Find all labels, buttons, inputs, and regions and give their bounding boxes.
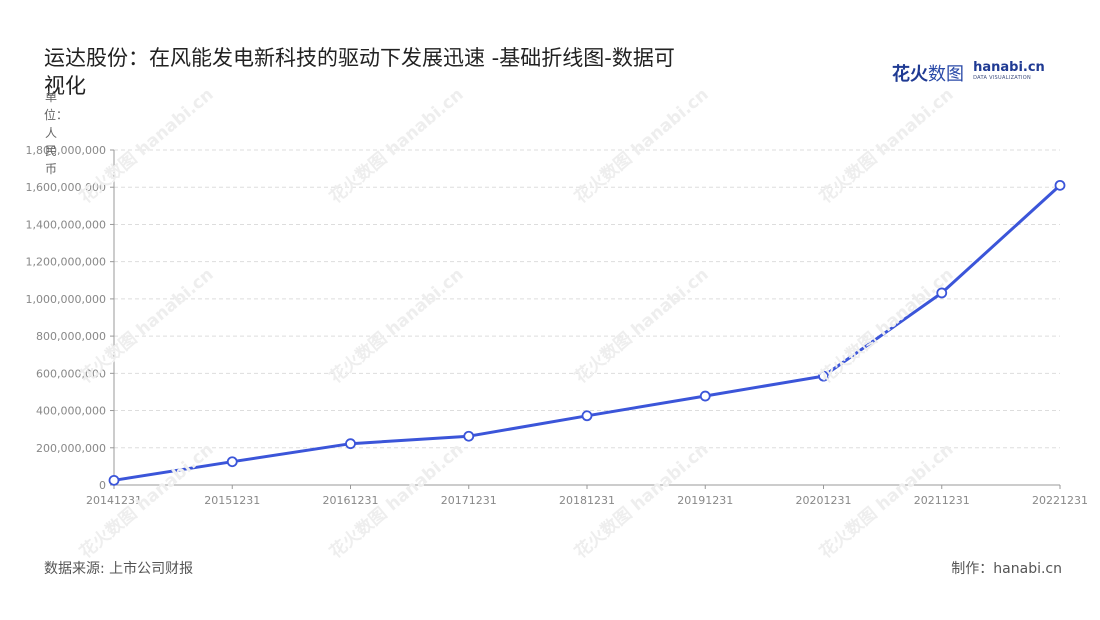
x-tick-label: 20211231: [914, 494, 970, 507]
data-series: [108, 179, 1066, 486]
data-point: [818, 370, 829, 382]
grid-lines: [114, 149, 1060, 449]
x-tick-label: 20161231: [323, 494, 379, 507]
data-source-note: 数据来源: 上市公司财报: [44, 561, 194, 577]
data-point: [581, 410, 593, 422]
y-tick-label: 1,600,000,000: [26, 181, 106, 194]
data-point: [226, 456, 238, 468]
credit-note: 制作：hanabi.cn: [951, 561, 1062, 577]
x-tick-labels: 20141231 20151231 20161231 20171231 20181231…: [86, 494, 1088, 507]
chart-page: 运达股份：在风能发电新科技的驱动下发展迅速 -基础折线图-数据可 视化 花火数图…: [0, 0, 1100, 620]
y-tick-label: 800,000,000: [36, 330, 106, 343]
data-point: [463, 430, 475, 442]
y-axis-unit-label: 单位：人民币: [44, 90, 69, 176]
line-chart: 0 200,000,000 400,000,000 600,000,000 800,00…: [26, 144, 1088, 507]
x-tick-label: 20201231: [796, 494, 852, 507]
x-tick-label: 20181231: [559, 494, 615, 507]
x-tick-label: 20151231: [204, 494, 260, 507]
y-tick-label: 1,400,000,000: [26, 218, 106, 231]
data-point: [345, 438, 356, 450]
x-tick-label: 20221231: [1032, 494, 1088, 507]
axes: [110, 149, 1061, 489]
y-tick-label: 400,000,000: [36, 405, 106, 418]
y-tick-label: 1,800,000,000: [26, 144, 106, 157]
y-tick-label: 600,000,000: [36, 367, 106, 380]
data-point: [1054, 179, 1066, 191]
y-tick-label: 1,000,000,000: [26, 293, 106, 306]
x-tick-label: 20171231: [441, 494, 497, 507]
y-tick-label: 0: [99, 479, 106, 492]
data-point: [108, 474, 120, 486]
data-point: [699, 390, 711, 402]
data-point: [936, 287, 948, 299]
x-tick-label: 20141231: [86, 494, 142, 507]
x-tick-label: 20191231: [677, 494, 733, 507]
series-line: [112, 183, 1062, 482]
y-tick-label: 1,200,000,000: [26, 256, 106, 269]
y-tick-label: 200,000,000: [36, 442, 106, 455]
y-tick-labels: 0 200,000,000 400,000,000 600,000,000 800,00…: [26, 144, 106, 492]
